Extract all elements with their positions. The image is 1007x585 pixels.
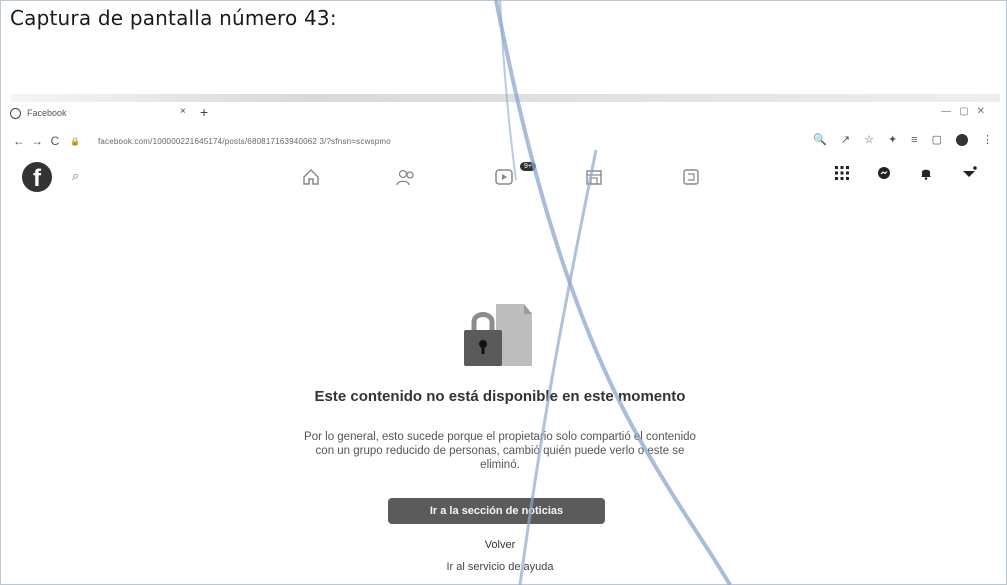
minimize-icon[interactable]: —	[941, 106, 951, 117]
tab-title: Facebook	[27, 108, 67, 118]
forward-button[interactable]: →	[28, 134, 46, 148]
account-icon[interactable]	[961, 166, 977, 183]
new-tab-button[interactable]: +	[200, 104, 208, 120]
screenshot-caption: Captura de pantalla número 43:	[10, 6, 337, 30]
address-bar: ← → C 🔒 facebook.com/100000221645174/pos…	[10, 130, 1005, 152]
messenger-icon[interactable]	[877, 166, 891, 183]
back-button[interactable]: ←	[10, 134, 28, 148]
back-link[interactable]: Volver	[450, 539, 550, 551]
bookmark-star-icon[interactable]: ☆	[864, 133, 874, 146]
menu-grid-icon[interactable]	[835, 166, 849, 183]
search-icon[interactable]: ⌕	[72, 168, 79, 184]
home-icon[interactable]	[300, 166, 322, 188]
zoom-icon[interactable]: 🔍	[813, 133, 827, 146]
browser-toolbar-icons: 🔍 ↗ ☆ ✦ ≡ ▢ ⋮	[813, 133, 993, 146]
browser-tab-bar: Facebook × + — ▢ ✕	[10, 100, 1005, 126]
friends-icon[interactable]	[395, 166, 417, 188]
header-actions	[835, 166, 977, 183]
go-to-news-feed-button[interactable]: Ir a la sección de noticias	[388, 498, 605, 524]
padlock-icon	[464, 304, 532, 366]
url-field[interactable]: facebook.com/100000221645174/posts/68081…	[98, 137, 391, 146]
watch-icon[interactable]	[493, 166, 515, 188]
browser-tab[interactable]: Facebook	[10, 103, 185, 123]
browser-menu-icon[interactable]: ⋮	[982, 133, 993, 146]
close-window-icon[interactable]: ✕	[977, 106, 985, 117]
unavailable-title: Este contenido no está disponible en est…	[314, 388, 686, 405]
watch-notification-badge: 9+	[520, 162, 536, 171]
side-panel-icon[interactable]: ▢	[932, 133, 942, 146]
reading-list-icon[interactable]: ≡	[911, 134, 917, 146]
secure-lock-icon: 🔒	[70, 136, 80, 146]
unavailable-description: Por lo general, esto sucede porque el pr…	[304, 431, 696, 471]
window-controls: — ▢ ✕	[941, 106, 985, 117]
extensions-icon[interactable]: ✦	[888, 133, 897, 146]
facebook-header: f ⌕ 9+	[10, 156, 1005, 202]
facebook-logo-icon[interactable]: f	[22, 162, 52, 192]
marketplace-icon[interactable]	[583, 166, 605, 188]
tab-close-icon[interactable]: ×	[180, 106, 186, 117]
share-icon[interactable]: ↗	[841, 133, 850, 146]
gaming-icon[interactable]	[680, 166, 702, 188]
reload-button[interactable]: C	[46, 134, 64, 148]
maximize-icon[interactable]: ▢	[959, 106, 968, 117]
help-center-link[interactable]: Ir al servicio de ayuda	[400, 561, 600, 573]
tab-favicon-icon	[10, 107, 21, 119]
notifications-icon[interactable]	[919, 166, 933, 183]
profile-avatar-icon[interactable]	[956, 133, 968, 146]
